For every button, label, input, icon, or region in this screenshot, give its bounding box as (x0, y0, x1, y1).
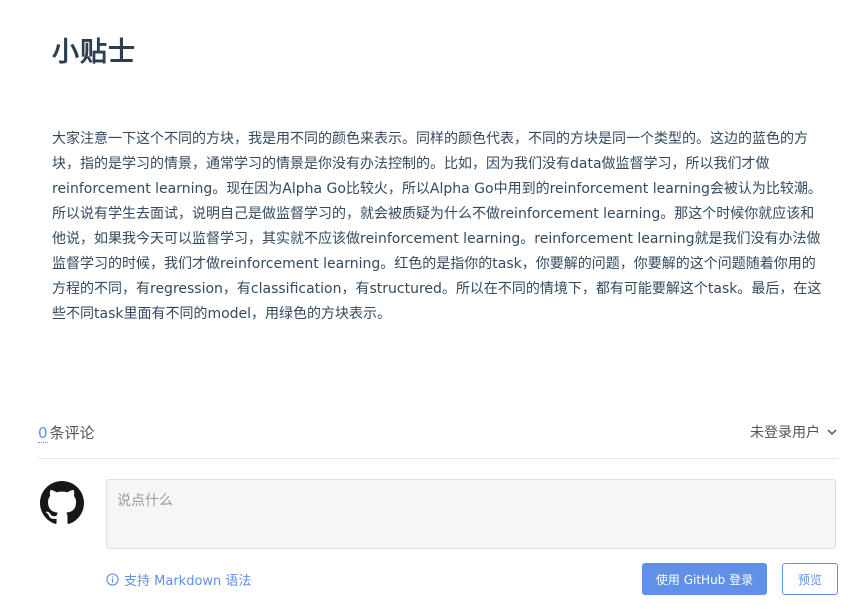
user-menu-label: 未登录用户 (750, 425, 820, 441)
markdown-hint-link[interactable]: 支持 Markdown 语法 (106, 570, 251, 589)
comment-count-number[interactable]: 0 (38, 424, 48, 443)
github-icon (40, 481, 84, 524)
comment-editor (106, 479, 836, 549)
markdown-hint-label: 支持 Markdown 语法 (124, 574, 252, 589)
user-menu[interactable]: 未登录用户 (750, 422, 838, 442)
preview-button[interactable]: 预览 (782, 563, 838, 595)
github-login-button[interactable]: 使用 GitHub 登录 (642, 563, 767, 595)
comment-input[interactable] (107, 480, 835, 548)
comment-count-label: 条评论 (49, 424, 95, 442)
info-icon (106, 573, 119, 586)
comment-count: 0 条评论 (38, 422, 95, 443)
chevron-down-icon (827, 429, 837, 436)
article-body: 大家注意一下这个不同的方块，我是用不同的颜色来表示。同样的颜色代表，不同的方块是… (52, 131, 822, 322)
page-title: 小贴士 (52, 37, 136, 68)
comments-header: 0 条评论 未登录用户 (38, 420, 838, 459)
